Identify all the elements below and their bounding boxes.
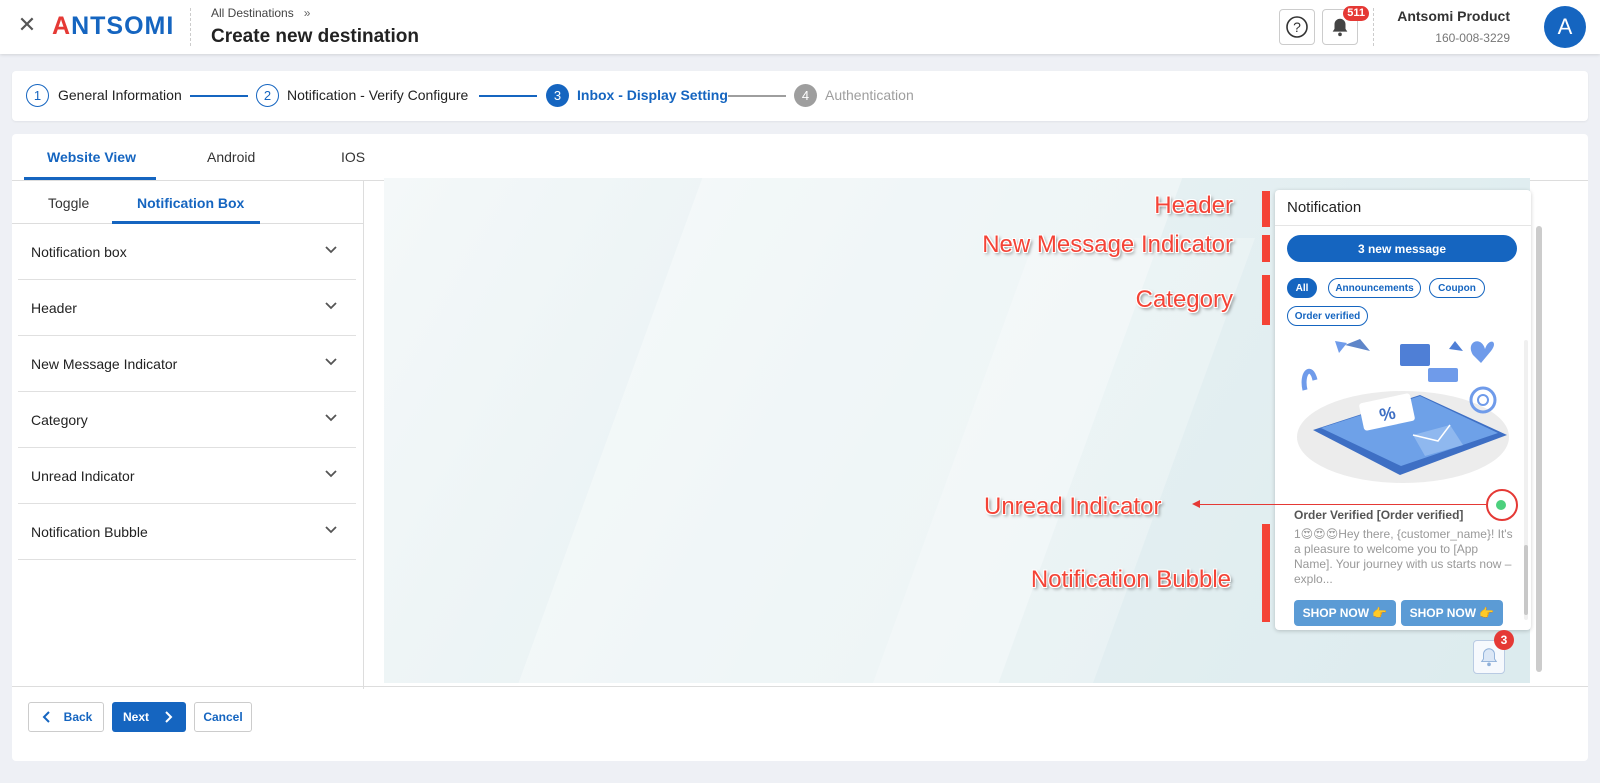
tab-notification-box[interactable]: Notification Box	[137, 195, 244, 211]
divider	[190, 8, 191, 46]
settings-panel: Toggle Notification Box Notification box…	[12, 181, 364, 689]
unread-indicator-dot	[1496, 500, 1506, 510]
step-3-number: 3	[546, 84, 569, 107]
accordion-notification-box[interactable]: Notification box	[18, 224, 356, 280]
bell-icon	[1480, 648, 1498, 667]
step-1-number: 1	[26, 84, 49, 107]
accordion-notification-bubble[interactable]: Notification Bubble	[18, 504, 356, 560]
divider	[1373, 8, 1374, 46]
accordion-label: New Message Indicator	[31, 356, 178, 372]
step-1-label[interactable]: General Information	[58, 87, 182, 103]
top-bar: ✕ ANTSOMI All Destinations » Create new d…	[0, 0, 1600, 54]
annotation-new-message: New Message Indicator	[982, 231, 1233, 258]
back-button[interactable]: Back	[28, 702, 104, 732]
step-2-number: 2	[256, 84, 279, 107]
chevron-down-icon	[325, 414, 337, 422]
shop-now-button[interactable]: SHOP NOW 👉	[1401, 600, 1503, 626]
active-tab-indicator	[24, 177, 156, 180]
tab-toggle[interactable]: Toggle	[48, 195, 89, 211]
avatar[interactable]: A	[1544, 6, 1586, 48]
breadcrumb: All Destinations »	[211, 6, 310, 20]
step-4-label[interactable]: Authentication	[825, 87, 914, 103]
chevron-down-icon	[325, 302, 337, 310]
accordion-unread-indicator[interactable]: Unread Indicator	[18, 448, 356, 504]
annotation-unread: Unread Indicator	[984, 493, 1162, 520]
tab-android[interactable]: Android	[207, 149, 255, 165]
accordion-label: Category	[31, 412, 88, 428]
breadcrumb-separator: »	[303, 6, 311, 20]
annotation-category: Category	[1135, 286, 1233, 313]
promo-illustration: %	[1297, 339, 1509, 483]
accordion-label: Unread Indicator	[31, 468, 135, 484]
annotation-marker	[1262, 524, 1270, 622]
notification-box-title: Notification	[1287, 199, 1362, 216]
annotation-arrow	[1192, 500, 1486, 508]
accordion-label: Notification box	[31, 244, 127, 260]
chevron-left-icon	[42, 711, 50, 723]
breadcrumb-all-destinations[interactable]: All Destinations	[211, 6, 294, 20]
tab-website-view[interactable]: Website View	[47, 149, 136, 165]
notification-item-title: Order Verified [Order verified]	[1294, 508, 1464, 522]
annotation-marker	[1262, 275, 1270, 325]
account-name: Antsomi Product	[1397, 8, 1510, 24]
page-title: Create new destination	[211, 26, 419, 47]
category-chip-announcements[interactable]: Announcements	[1328, 278, 1421, 298]
divider	[1275, 225, 1531, 226]
chevron-right-icon	[165, 711, 173, 723]
accordion-label: Notification Bubble	[31, 524, 148, 540]
chevron-down-icon	[325, 470, 337, 478]
svg-text:?: ?	[1293, 19, 1301, 35]
logo: ANTSOMI	[52, 12, 175, 40]
annotation-header: Header	[1154, 192, 1233, 219]
accordion-new-message-indicator[interactable]: New Message Indicator	[18, 336, 356, 392]
next-button-label: Next	[122, 710, 149, 724]
step-2-label[interactable]: Notification - Verify Configure	[287, 87, 468, 103]
step-3-label[interactable]: Inbox - Display Setting	[577, 87, 728, 103]
sub-tabs: Toggle Notification Box	[12, 181, 364, 224]
step-connector	[728, 95, 786, 97]
annotation-marker	[1262, 191, 1270, 227]
shop-now-button[interactable]: SHOP NOW 👉	[1294, 600, 1396, 626]
annotation-bubble: Notification Bubble	[1030, 566, 1231, 593]
new-message-indicator[interactable]: 3 new message	[1287, 235, 1517, 262]
view-tabs: Website View Android IOS	[12, 134, 1588, 181]
step-connector	[479, 95, 537, 97]
notification-item-body: 1😍😍😍Hey there, {customer_name}! It's a p…	[1294, 527, 1513, 586]
next-button[interactable]: Next	[112, 702, 186, 732]
category-chip-all[interactable]: All	[1287, 278, 1317, 298]
help-icon: ?	[1286, 16, 1308, 38]
step-4-number: 4	[794, 84, 817, 107]
tab-ios[interactable]: IOS	[341, 149, 365, 165]
chevron-down-icon	[325, 358, 337, 366]
category-chip-order-verified[interactable]: Order verified	[1287, 306, 1368, 326]
notification-box-preview: Notification 3 new message All Announcem…	[1275, 190, 1531, 630]
accordion-label: Header	[31, 300, 77, 316]
accordion-header[interactable]: Header	[18, 280, 356, 336]
notification-box-scroll-thumb[interactable]	[1524, 545, 1528, 615]
step-connector	[190, 95, 248, 97]
category-chip-coupon[interactable]: Coupon	[1429, 278, 1485, 298]
close-icon[interactable]: ✕	[16, 14, 38, 36]
bell-badge: 3	[1494, 630, 1514, 650]
annotation-marker	[1262, 235, 1270, 262]
help-button[interactable]: ?	[1279, 9, 1315, 45]
page-scrollbar[interactable]	[1536, 226, 1542, 672]
notifications-button[interactable]: 511	[1322, 6, 1369, 45]
chevron-down-icon	[325, 246, 337, 254]
notification-count-badge: 511	[1343, 6, 1369, 21]
cancel-button[interactable]: Cancel	[194, 702, 252, 732]
account-id: 160-008-3229	[1435, 31, 1510, 45]
footer-divider	[12, 686, 1588, 687]
chevron-down-icon	[325, 526, 337, 534]
stepper: 1 General Information 2 Notification - V…	[12, 71, 1588, 121]
accordion-category[interactable]: Category	[18, 392, 356, 448]
back-button-label: Back	[63, 710, 93, 724]
